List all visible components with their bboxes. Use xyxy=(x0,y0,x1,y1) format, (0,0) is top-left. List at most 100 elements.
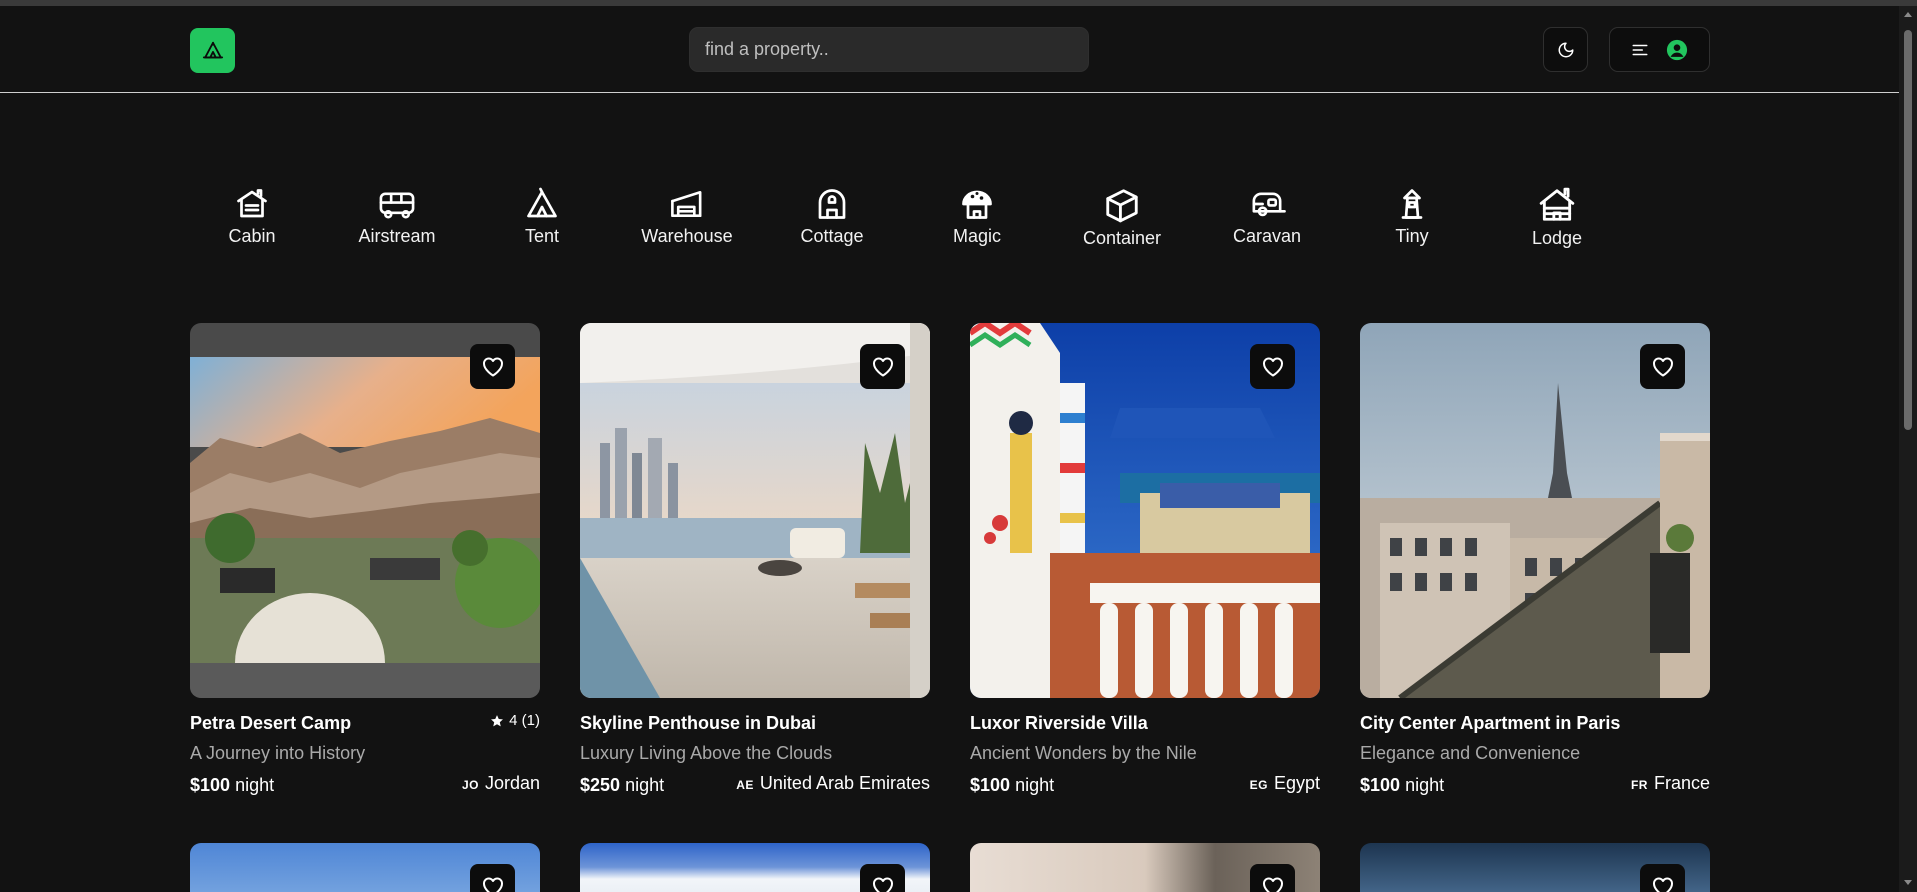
property-title[interactable]: City Center Apartment in Paris xyxy=(1360,713,1620,734)
scroll-down-icon[interactable] xyxy=(1904,880,1912,885)
property-image[interactable] xyxy=(580,323,930,698)
property-tagline: Ancient Wonders by the Nile xyxy=(970,743,1197,763)
category-label: Container xyxy=(1082,228,1162,248)
property-location: FR France xyxy=(1631,773,1710,794)
country-name: France xyxy=(1653,773,1710,793)
property-card[interactable] xyxy=(1360,843,1710,892)
country-name: Egypt xyxy=(1273,773,1320,793)
property-image[interactable] xyxy=(1360,323,1710,698)
property-price: $100 night xyxy=(1360,775,1444,796)
category-tent[interactable]: Tent xyxy=(482,186,602,247)
property-tagline: Luxury Living Above the Clouds xyxy=(580,743,833,763)
favorite-button[interactable] xyxy=(470,864,515,892)
category-label: Tiny xyxy=(1395,226,1429,246)
property-card[interactable] xyxy=(970,843,1320,892)
heart-icon xyxy=(482,356,503,376)
tent-icon xyxy=(202,41,223,58)
tent-icon xyxy=(527,187,557,218)
cabin-icon xyxy=(237,189,267,218)
tiny-house-icon xyxy=(1401,189,1423,219)
heart-icon xyxy=(1262,356,1283,376)
category-bar: Cabin Airstream Tent Warehouse Cottage M… xyxy=(0,186,1899,256)
category-airstream[interactable]: Airstream xyxy=(337,186,457,247)
heart-icon xyxy=(872,356,893,376)
property-rating: 4 (1) xyxy=(490,712,540,729)
category-label: Magic xyxy=(952,226,1001,246)
rating-value: 4 (1) xyxy=(509,712,540,729)
property-title[interactable]: Skyline Penthouse in Dubai xyxy=(580,713,816,734)
theme-toggle-button[interactable] xyxy=(1543,27,1588,72)
menu-icon xyxy=(1632,44,1648,55)
favorite-button[interactable] xyxy=(1640,344,1685,389)
category-tiny[interactable]: Tiny xyxy=(1352,186,1472,247)
page-scrollbar[interactable] xyxy=(1899,6,1917,892)
country-name: United Arab Emirates xyxy=(759,773,930,793)
navbar xyxy=(0,6,1899,93)
property-price: $100 night xyxy=(970,775,1054,796)
category-magic[interactable]: Magic xyxy=(917,186,1037,247)
container-icon xyxy=(1106,189,1138,223)
scroll-up-icon[interactable] xyxy=(1904,12,1912,17)
heart-icon xyxy=(1652,876,1673,892)
property-price: $250 night xyxy=(580,775,664,796)
property-location: AE United Arab Emirates xyxy=(736,773,930,794)
heart-icon xyxy=(1652,356,1673,376)
category-container[interactable]: Container xyxy=(1062,186,1182,249)
property-image[interactable] xyxy=(970,323,1320,698)
caravan-icon xyxy=(1252,192,1286,217)
country-name: Jordan xyxy=(484,773,540,793)
search-input[interactable] xyxy=(689,27,1089,72)
price-unit: night xyxy=(235,775,275,795)
user-menu-button[interactable] xyxy=(1609,27,1710,72)
price-amount: $100 xyxy=(1360,775,1401,795)
scrollbar-thumb[interactable] xyxy=(1904,30,1912,430)
category-cottage[interactable]: Cottage xyxy=(772,186,892,247)
heart-icon xyxy=(1262,876,1283,892)
country-code: EG xyxy=(1249,778,1268,792)
heart-icon xyxy=(872,876,893,892)
property-title[interactable]: Luxor Riverside Villa xyxy=(970,713,1148,734)
property-card[interactable] xyxy=(190,843,540,892)
warehouse-icon xyxy=(671,190,702,218)
country-code: FR xyxy=(1630,778,1648,792)
property-tagline: A Journey into History xyxy=(190,743,366,763)
price-amount: $100 xyxy=(190,775,231,795)
favorite-button[interactable] xyxy=(1640,864,1685,892)
user-avatar-icon xyxy=(1666,39,1688,60)
country-code: AE xyxy=(736,778,754,792)
property-card[interactable] xyxy=(580,843,930,892)
price-amount: $100 xyxy=(970,775,1011,795)
mushroom-house-icon xyxy=(962,190,992,219)
cottage-icon xyxy=(818,189,846,219)
price-unit: night xyxy=(625,775,665,795)
property-price: $100 night xyxy=(190,775,274,796)
heart-icon xyxy=(482,876,503,892)
property-tagline: Elegance and Convenience xyxy=(1360,743,1581,763)
favorite-button[interactable] xyxy=(1250,344,1295,389)
favorite-button[interactable] xyxy=(860,864,905,892)
category-caravan[interactable]: Caravan xyxy=(1207,186,1327,247)
price-unit: night xyxy=(1405,775,1445,795)
category-label: Tent xyxy=(524,226,560,246)
favorite-button[interactable] xyxy=(470,344,515,389)
favorite-button[interactable] xyxy=(1250,864,1295,892)
category-label: Cottage xyxy=(800,226,864,246)
category-cabin[interactable]: Cabin xyxy=(192,186,312,247)
moon-icon xyxy=(1558,42,1573,57)
country-code: JO xyxy=(461,778,479,792)
favorite-button[interactable] xyxy=(860,344,905,389)
home-logo-button[interactable] xyxy=(190,28,235,73)
property-title[interactable]: Petra Desert Camp xyxy=(190,713,351,734)
property-location: JO Jordan xyxy=(462,773,540,794)
star-icon xyxy=(491,714,504,726)
property-image[interactable] xyxy=(190,323,540,698)
category-label: Cabin xyxy=(228,226,276,246)
category-warehouse[interactable]: Warehouse xyxy=(627,186,747,247)
price-unit: night xyxy=(1015,775,1055,795)
category-label: Caravan xyxy=(1232,226,1302,246)
category-lodge[interactable]: Lodge xyxy=(1497,186,1617,249)
property-location: EG Egypt xyxy=(1250,773,1320,794)
category-label: Warehouse xyxy=(641,226,733,246)
category-label: Airstream xyxy=(358,226,436,246)
bus-icon xyxy=(379,192,415,219)
